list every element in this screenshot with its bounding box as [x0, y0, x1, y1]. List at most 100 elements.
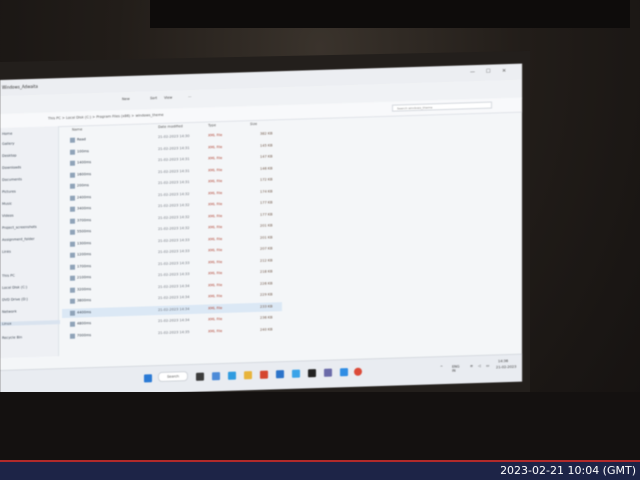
file-date: 21-02-2023 14:31	[158, 180, 190, 186]
file-size: 382 KB	[260, 131, 273, 136]
sidebar-item-documents[interactable]: Documents	[2, 177, 22, 182]
file-name: 4800ms	[77, 321, 92, 326]
xml-file-icon	[70, 241, 75, 247]
column-header-size[interactable]: Size	[250, 122, 257, 126]
file-size: 233 KB	[260, 303, 273, 309]
more-button[interactable]: ···	[188, 95, 191, 99]
file-size: 145 KB	[260, 142, 273, 148]
file-size: 212 KB	[260, 257, 273, 263]
battery-icon[interactable]: ▭	[486, 364, 489, 368]
file-type: XML File	[208, 190, 223, 195]
sidebar-item-assignment[interactable]: Assignment_folder	[2, 237, 35, 242]
file-size: 218 KB	[260, 269, 273, 274]
terminal-icon[interactable]	[308, 369, 316, 378]
sidebar-item-home[interactable]: Home	[2, 132, 12, 136]
breadcrumb[interactable]: This PC > Local Disk (C:) > Program File…	[48, 113, 164, 121]
view-button[interactable]: View	[164, 96, 172, 100]
file-explorer-icon[interactable]	[244, 371, 252, 380]
file-type: XML File	[208, 248, 223, 253]
tray-time[interactable]: 14:36	[498, 359, 508, 363]
column-header-type[interactable]: Type	[208, 123, 216, 127]
minimize-button[interactable]: —	[470, 69, 475, 75]
tray-language[interactable]: ENG IN	[452, 365, 460, 373]
sidebar-item-pictures[interactable]: Pictures	[2, 190, 16, 194]
xml-file-icon	[70, 218, 75, 224]
store-icon[interactable]	[292, 369, 300, 378]
xml-file-icon	[70, 229, 75, 235]
start-icon[interactable]	[144, 374, 152, 383]
edge-icon[interactable]	[228, 371, 236, 380]
file-date: 21-02-2023 14:34	[158, 306, 190, 312]
file-name: 100ms	[77, 148, 89, 154]
file-size: 177 KB	[260, 200, 273, 205]
xml-file-icon	[70, 183, 75, 189]
file-type: XML File	[208, 225, 223, 230]
file-type: XML File	[208, 294, 223, 299]
file-name: 7000ms	[77, 332, 92, 338]
file-date: 21-02-2023 14:32	[158, 191, 190, 197]
volume-icon[interactable]: ◁	[478, 364, 481, 368]
file-name: 1400ms	[77, 160, 92, 165]
file-size: 207 KB	[260, 246, 273, 251]
file-size: 174 KB	[260, 188, 273, 194]
chrome-icon[interactable]	[354, 367, 362, 376]
file-date: 21-02-2023 14:35	[158, 329, 190, 335]
wifi-icon[interactable]: ≋	[470, 364, 473, 368]
file-date: 21-02-2023 14:34	[158, 318, 190, 324]
file-name: 2400ms	[77, 194, 92, 200]
file-date: 21-02-2023 14:31	[158, 168, 190, 174]
file-type: XML File	[208, 179, 223, 184]
task-view-icon[interactable]	[196, 372, 204, 381]
sidebar-item-linux[interactable]: Linux	[0, 320, 60, 326]
sidebar-item-project[interactable]: Project_screenshots	[2, 225, 37, 230]
xml-file-icon	[70, 287, 75, 293]
widgets-icon[interactable]	[212, 372, 220, 381]
file-type: XML File	[208, 202, 223, 207]
window-title: Windows_Adwaita	[2, 83, 38, 90]
search-input[interactable]: Search windows_theme	[392, 101, 492, 112]
file-date: 21-02-2023 14:33	[158, 249, 190, 255]
xml-file-icon	[70, 333, 75, 339]
close-button[interactable]: ✕	[502, 68, 506, 74]
sidebar-item-gallery[interactable]: Gallery	[2, 142, 14, 146]
office-icon[interactable]	[260, 370, 268, 379]
sort-button[interactable]: Sort	[150, 96, 157, 100]
sidebar-item-links[interactable]: Links	[2, 250, 11, 254]
taskbar-search-input[interactable]: Search	[158, 371, 188, 383]
file-size: 240 KB	[260, 326, 273, 332]
sidebar-item-this-pc[interactable]: This PC	[2, 274, 15, 278]
column-header-date[interactable]: Date modified	[158, 124, 183, 129]
file-name: 2100ms	[77, 275, 92, 280]
file-size: 229 KB	[260, 292, 273, 297]
xml-file-icon	[70, 160, 75, 166]
teams-icon[interactable]	[340, 368, 348, 377]
camera-timestamp: 2023-02-21 10:04 (GMT)	[500, 464, 636, 477]
tray-date[interactable]: 21-02-2023	[496, 365, 516, 370]
file-type: XML File	[208, 167, 223, 172]
vscode-icon[interactable]	[276, 370, 284, 379]
background-shelf	[150, 0, 630, 28]
sidebar-item-dvd[interactable]: DVD Drive (D:)	[2, 297, 28, 302]
new-button[interactable]: New	[122, 97, 130, 101]
file-date: 21-02-2023 14:33	[158, 260, 190, 266]
sidebar-item-music[interactable]: Music	[2, 202, 12, 206]
file-name: 200ms	[77, 183, 89, 188]
sidebar-item-network[interactable]: Network	[2, 309, 17, 313]
file-name: 3200ms	[77, 286, 92, 292]
sidebar-item-recycle[interactable]: Recycle Bin	[2, 335, 22, 340]
sidebar-item-local-disk[interactable]: Local Disk (C:)	[2, 285, 27, 290]
app-icon[interactable]	[324, 368, 332, 377]
file-name: Read	[77, 137, 86, 142]
file-type: XML File	[208, 133, 223, 138]
tray-chevron-icon[interactable]: ^	[440, 365, 443, 369]
file-size: 177 KB	[260, 211, 273, 217]
sidebar-item-downloads[interactable]: Downloads	[2, 165, 21, 170]
sidebar-item-desktop[interactable]: Desktop	[2, 153, 16, 157]
file-name: 3800ms	[77, 298, 92, 303]
desk-surface	[0, 392, 640, 462]
file-type: XML File	[208, 317, 223, 322]
column-header-name[interactable]: Name	[72, 127, 82, 131]
maximize-button[interactable]: ☐	[486, 69, 490, 75]
sidebar-item-videos[interactable]: Videos	[2, 214, 14, 218]
file-list: Name Date modified Type Size Read 21-02-2…	[62, 112, 522, 356]
